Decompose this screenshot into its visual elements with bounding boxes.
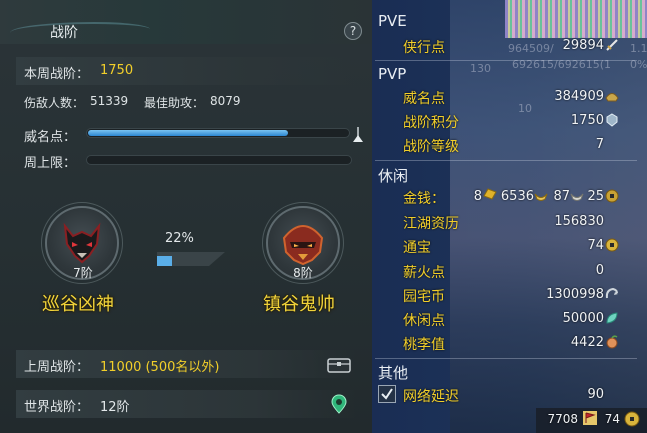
peach-icon [606,335,618,349]
leisure-points-label: 休闲点 [403,313,445,329]
rank-level-label: 战阶等级 [403,139,459,155]
yuanzhai-value: 1300998 [546,287,604,302]
current-tier-level: 7阶 [73,266,93,280]
section-divider [375,358,637,359]
rank-score-value: 1750 [570,113,604,128]
advance-percent: 22% [165,231,194,246]
money-silver-value: 6536 [500,189,534,204]
footer-value-a: 7708 [547,412,578,426]
footer-value-b: 74 [604,412,620,426]
next-tier-level: 8阶 [293,266,313,280]
last-week-label: 上周战阶： [24,360,90,375]
checkmark-icon [381,388,393,400]
footer-coin-icon [624,411,640,427]
money-coin-value: 25 [587,189,604,204]
money-label: 金钱： [403,191,445,207]
last-week-value: 11000 (500名以外) [100,360,220,375]
prestige-points-value: 384909 [554,89,604,104]
weekly-cap-bar [86,155,352,165]
gold-ingot-icon [483,188,497,200]
section-divider [375,160,637,161]
yuanzhai-label: 园宅币 [403,289,445,305]
xinhuo-label: 薪火点 [403,265,445,281]
next-tier-name: 镇谷鬼帅 [263,294,335,315]
taoli-label: 桃李值 [403,337,445,353]
best-assist-label: 最佳助攻： [144,96,205,110]
tongbao-label: 通宝 [403,240,431,256]
prestige-bar-fill [88,130,288,136]
current-rank-value: 1750 [100,63,134,78]
current-rank-label: 本周战阶： [24,67,90,82]
kills-value: 51339 [90,94,129,108]
bg-text-6: 1.1 [630,42,647,55]
xinhuo-value: 0 [595,263,604,278]
xiaxing-value: 29894 [562,38,604,53]
helmet-icon [605,93,619,102]
latency-label: 网络延迟 [403,389,459,405]
weekly-cap-label: 周上限： [24,156,77,171]
rank-level-value: 7 [595,137,604,152]
other-section-title: 其他 [378,364,409,382]
game-scene-strip [505,0,647,38]
header-ornament [10,22,150,40]
world-rank-label: 世界战阶： [24,400,90,415]
chest-icon[interactable] [327,355,351,373]
kills-label: 伤敌人数： [24,96,85,110]
current-tier-name: 巡谷凶神 [42,294,114,315]
prestige-bar [86,128,350,138]
coin-icon [605,189,619,203]
bg-text-3: 130 [470,62,491,75]
rank-score-label: 战阶积分 [403,115,459,131]
tongbao-value: 74 [587,238,604,253]
tongbao-coin-icon [605,238,619,252]
prestige-points-label: 威名点 [403,91,445,107]
best-assist-value: 8079 [210,94,241,108]
world-rank-value: 12阶 [100,400,130,415]
prestige-label: 威名点： [24,130,77,145]
copper-ingot-icon [570,193,584,201]
money-copper-value: 87 [553,189,570,204]
pvp-section-title: PVP [378,65,407,83]
cap-marker-icon [353,127,363,142]
leisure-section-title: 休闲 [378,167,409,185]
help-button[interactable]: ? [344,22,362,40]
taoli-value: 4422 [570,335,604,350]
silver-ingot-icon [534,193,548,201]
leaf-icon [606,312,618,324]
money-gold-value: 8 [473,189,482,204]
leisure-points-value: 50000 [562,311,604,326]
house-coin-icon [605,287,618,299]
xiaxing-label: 侠行点 [403,40,445,56]
latency-checkbox[interactable] [378,385,396,403]
section-divider [375,60,637,61]
advance-progress-bar [157,252,225,266]
flag-banner-icon [583,411,597,425]
location-pin-icon[interactable] [331,394,347,414]
sword-icon [606,39,618,51]
panel-title: 战阶 [50,25,78,41]
crest-icon [606,113,618,127]
latency-value: 90 [587,387,604,402]
jianghu-value: 156830 [554,214,604,229]
pve-section-title: PVE [378,12,407,30]
jianghu-label: 江湖资历 [403,216,459,232]
